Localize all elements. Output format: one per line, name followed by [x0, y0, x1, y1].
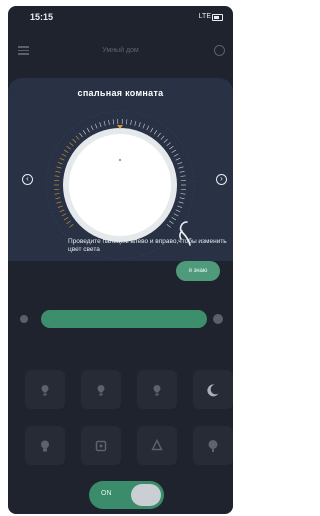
lamp-icon [153, 384, 161, 395]
network-indicator: LTE [198, 13, 211, 20]
brightness-high-icon [213, 314, 223, 324]
dial-tick [59, 157, 65, 161]
swipe-hint: Проведите пальцем влево и вправо,чтобы и… [68, 238, 227, 253]
lamp-icon [97, 384, 105, 395]
brightness-track[interactable] [41, 310, 207, 328]
dial-tick [79, 132, 83, 138]
device-tile-7[interactable] [137, 426, 177, 465]
app-title: Умный дом [102, 47, 139, 54]
dial-tick [69, 223, 74, 228]
device-tile-3[interactable] [137, 370, 177, 409]
dial-tick [179, 170, 185, 173]
dial-tick [173, 213, 179, 217]
dial-tick [57, 162, 63, 165]
dial-tick [99, 122, 102, 128]
dial-tick [55, 170, 61, 173]
settings-icon[interactable] [214, 45, 225, 56]
dial-tick [59, 209, 65, 213]
dial-tick [171, 149, 177, 153]
power-toggle-label: ON [101, 490, 112, 497]
dial-tick [69, 142, 74, 147]
dial-tick [66, 220, 71, 225]
room-title: спальная комната [77, 88, 164, 98]
dial-tick [94, 123, 98, 129]
dial-tick [177, 205, 183, 208]
dial-tick [54, 175, 60, 177]
dial-tick [56, 201, 62, 204]
dial-tick [90, 125, 94, 131]
device-tile-1[interactable] [25, 370, 65, 409]
dial-tick [166, 142, 171, 147]
color-dial-panel: спальная комната ‹ › Проведите пальцем в… [8, 78, 233, 261]
dial-tick [63, 217, 69, 221]
device-tile-4[interactable] [193, 370, 233, 409]
dial-tick [173, 153, 179, 157]
dial-tick [169, 220, 174, 225]
dial-tick [55, 197, 61, 200]
dial-tick [82, 130, 87, 135]
app-bar: Умный дом [8, 38, 233, 64]
dial-tick [178, 166, 184, 169]
device-tile-2[interactable] [81, 370, 121, 409]
device-tile-6[interactable] [81, 426, 121, 465]
dial-tick [134, 120, 137, 126]
dial-tick [66, 145, 71, 150]
lamp-icon [41, 384, 49, 395]
dial-tick [108, 119, 110, 125]
device-tile-5[interactable] [25, 426, 65, 465]
dial-tick [175, 157, 181, 161]
dial-tick [163, 138, 168, 143]
moon-icon [207, 383, 219, 396]
dial-tick [142, 123, 146, 129]
dial-tick [157, 132, 161, 138]
power-toggle[interactable]: ON [89, 481, 164, 509]
dial-tick [72, 138, 77, 143]
dial-tick [179, 197, 185, 200]
bulb-icon [41, 440, 49, 451]
dial-tick [177, 162, 183, 165]
previous-room-button[interactable]: ‹ [22, 174, 33, 185]
bulb-icon [208, 439, 218, 452]
brightness-slider[interactable] [8, 309, 233, 331]
dial-tick [61, 153, 67, 157]
next-room-button[interactable]: › [216, 174, 227, 185]
status-time: 15:15 [30, 12, 54, 22]
i-know-button[interactable]: я знаю [176, 261, 220, 281]
dial-tick [138, 122, 141, 128]
status-bar: 15:15 LTE [8, 6, 233, 28]
dial-tick [169, 145, 174, 150]
dial-tick [61, 213, 67, 217]
battery-icon [212, 14, 223, 21]
power-toggle-knob[interactable] [131, 484, 161, 506]
dial-tick [153, 130, 158, 135]
dial-tick [146, 125, 150, 131]
dial-tick [130, 119, 132, 125]
menu-icon[interactable] [18, 46, 29, 55]
square-icon [95, 440, 107, 451]
dial-tick [63, 149, 69, 153]
dial-tick [178, 201, 184, 204]
dial-tick [86, 127, 90, 133]
dial-tick [56, 166, 62, 169]
dial-tick [54, 193, 60, 195]
phone-screen: 15:15 LTE Умный дом я знаю ON спальная к… [8, 6, 233, 514]
dial-tick [180, 193, 186, 195]
dial-tick [75, 135, 80, 140]
dial-tick [180, 175, 186, 177]
leaf-icon [151, 438, 163, 450]
dial-tick [175, 209, 181, 213]
dial-tick [103, 120, 106, 126]
dial-tick [171, 217, 177, 221]
dial-tick [150, 127, 154, 133]
device-tile-8[interactable] [193, 426, 233, 465]
dial-tick [57, 205, 63, 208]
dial-tick [160, 135, 165, 140]
brightness-low-icon [20, 315, 28, 323]
dial-tick [126, 119, 128, 125]
dial-tick [166, 223, 171, 228]
dial-tick [112, 119, 114, 125]
